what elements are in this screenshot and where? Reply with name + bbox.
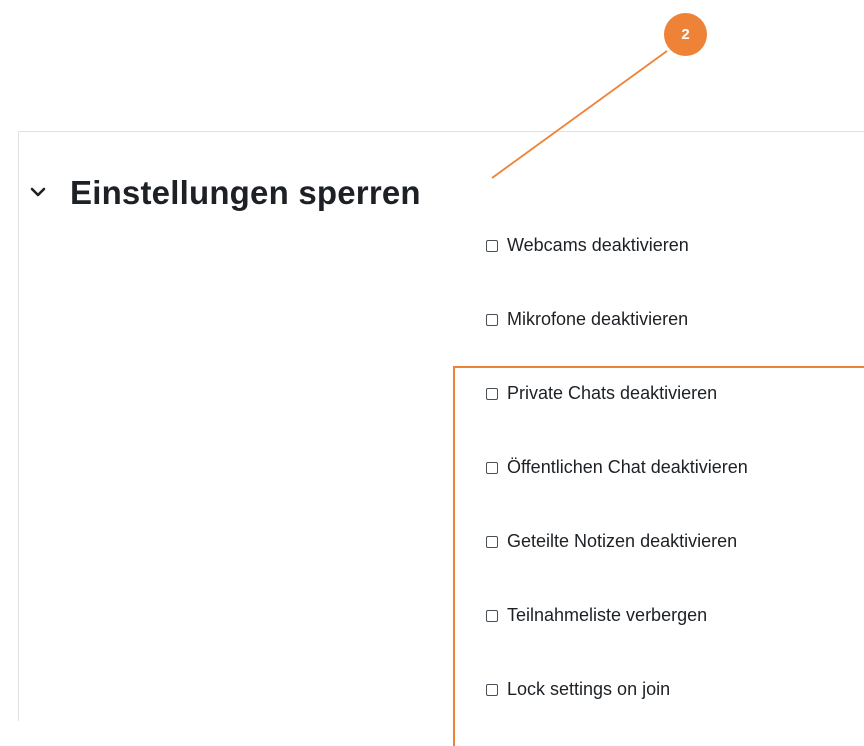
- card-top-border: [18, 131, 864, 132]
- annotation-highlight-box: [453, 366, 864, 746]
- chevron-down-icon[interactable]: [26, 180, 50, 204]
- card-left-border: [18, 131, 19, 721]
- checkbox-item-webcams[interactable]: Webcams deaktivieren: [486, 227, 748, 264]
- checkbox-label: Mikrofone deaktivieren: [507, 309, 689, 329]
- section-title: Einstellungen sperren: [70, 173, 421, 211]
- checkbox-label: Webcams deaktivieren: [507, 235, 689, 255]
- section-header-lock-settings[interactable]: Einstellungen sperren: [26, 164, 421, 220]
- checkbox-webcams[interactable]: [486, 239, 498, 252]
- checkbox-microphones[interactable]: [486, 313, 498, 326]
- checkbox-item-microphones[interactable]: Mikrofone deaktivieren: [486, 301, 748, 338]
- annotation-badge: 2: [664, 13, 707, 56]
